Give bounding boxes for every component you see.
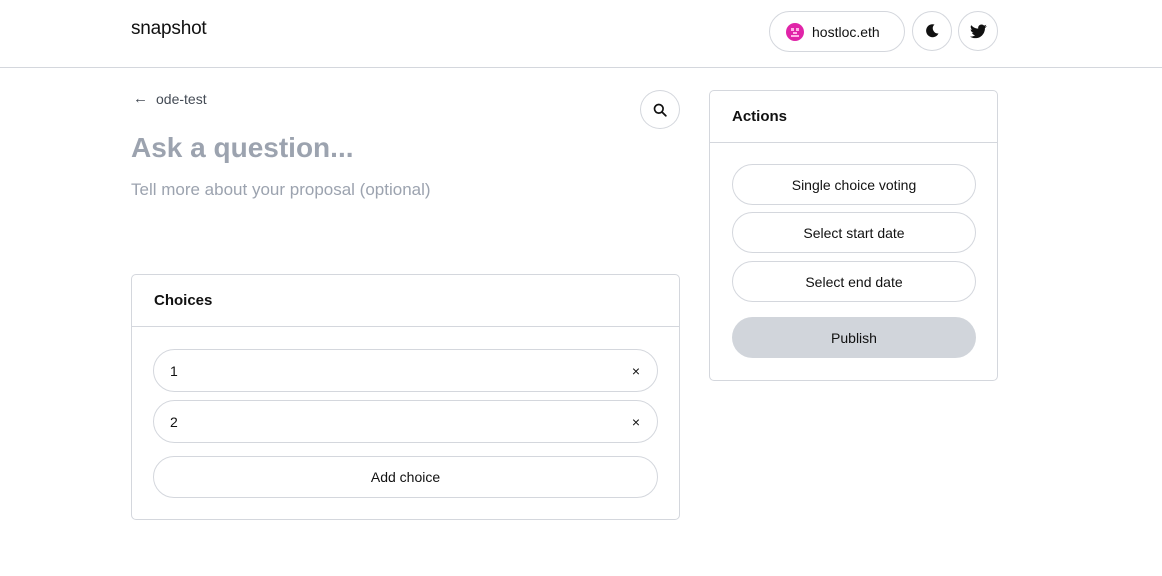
- account-label: hostloc.eth: [812, 23, 880, 40]
- theme-toggle-button[interactable]: [912, 11, 952, 51]
- choice-value[interactable]: 1: [170, 363, 621, 379]
- choice-row[interactable]: 2 ×: [153, 400, 658, 443]
- close-icon[interactable]: ×: [621, 363, 651, 379]
- add-choice-button[interactable]: Add choice: [153, 456, 658, 498]
- account-button[interactable]: hostloc.eth: [769, 11, 905, 52]
- back-link-label: ode-test: [156, 90, 207, 107]
- search-icon: [653, 103, 667, 117]
- moon-icon: [926, 24, 939, 38]
- choices-heading: Choices: [132, 275, 679, 327]
- avatar-icon: [786, 22, 804, 41]
- end-date-button[interactable]: Select end date: [732, 261, 976, 302]
- choice-row[interactable]: 1 ×: [153, 349, 658, 392]
- start-date-button[interactable]: Select start date: [732, 212, 976, 253]
- voting-type-button[interactable]: Single choice voting: [732, 164, 976, 205]
- choices-panel: Choices 1 × 2 × Add choice: [131, 274, 680, 520]
- top-header: snapshot hostloc.eth: [0, 0, 1162, 68]
- actions-heading: Actions: [710, 91, 997, 143]
- actions-panel: Actions Single choice voting Select star…: [709, 90, 998, 381]
- close-icon[interactable]: ×: [621, 414, 651, 430]
- preview-search-button[interactable]: [640, 90, 680, 129]
- brand-logo-text[interactable]: snapshot: [131, 18, 207, 40]
- twitter-icon: [969, 23, 987, 38]
- arrow-left-icon: ←: [133, 90, 148, 107]
- back-link[interactable]: ← ode-test: [133, 90, 207, 107]
- proposal-title-input[interactable]: [131, 126, 631, 170]
- twitter-button[interactable]: [958, 11, 998, 51]
- proposal-body-input[interactable]: [131, 178, 671, 248]
- account-avatar: [786, 22, 804, 41]
- choice-value[interactable]: 2: [170, 414, 621, 430]
- publish-button[interactable]: Publish: [732, 317, 976, 358]
